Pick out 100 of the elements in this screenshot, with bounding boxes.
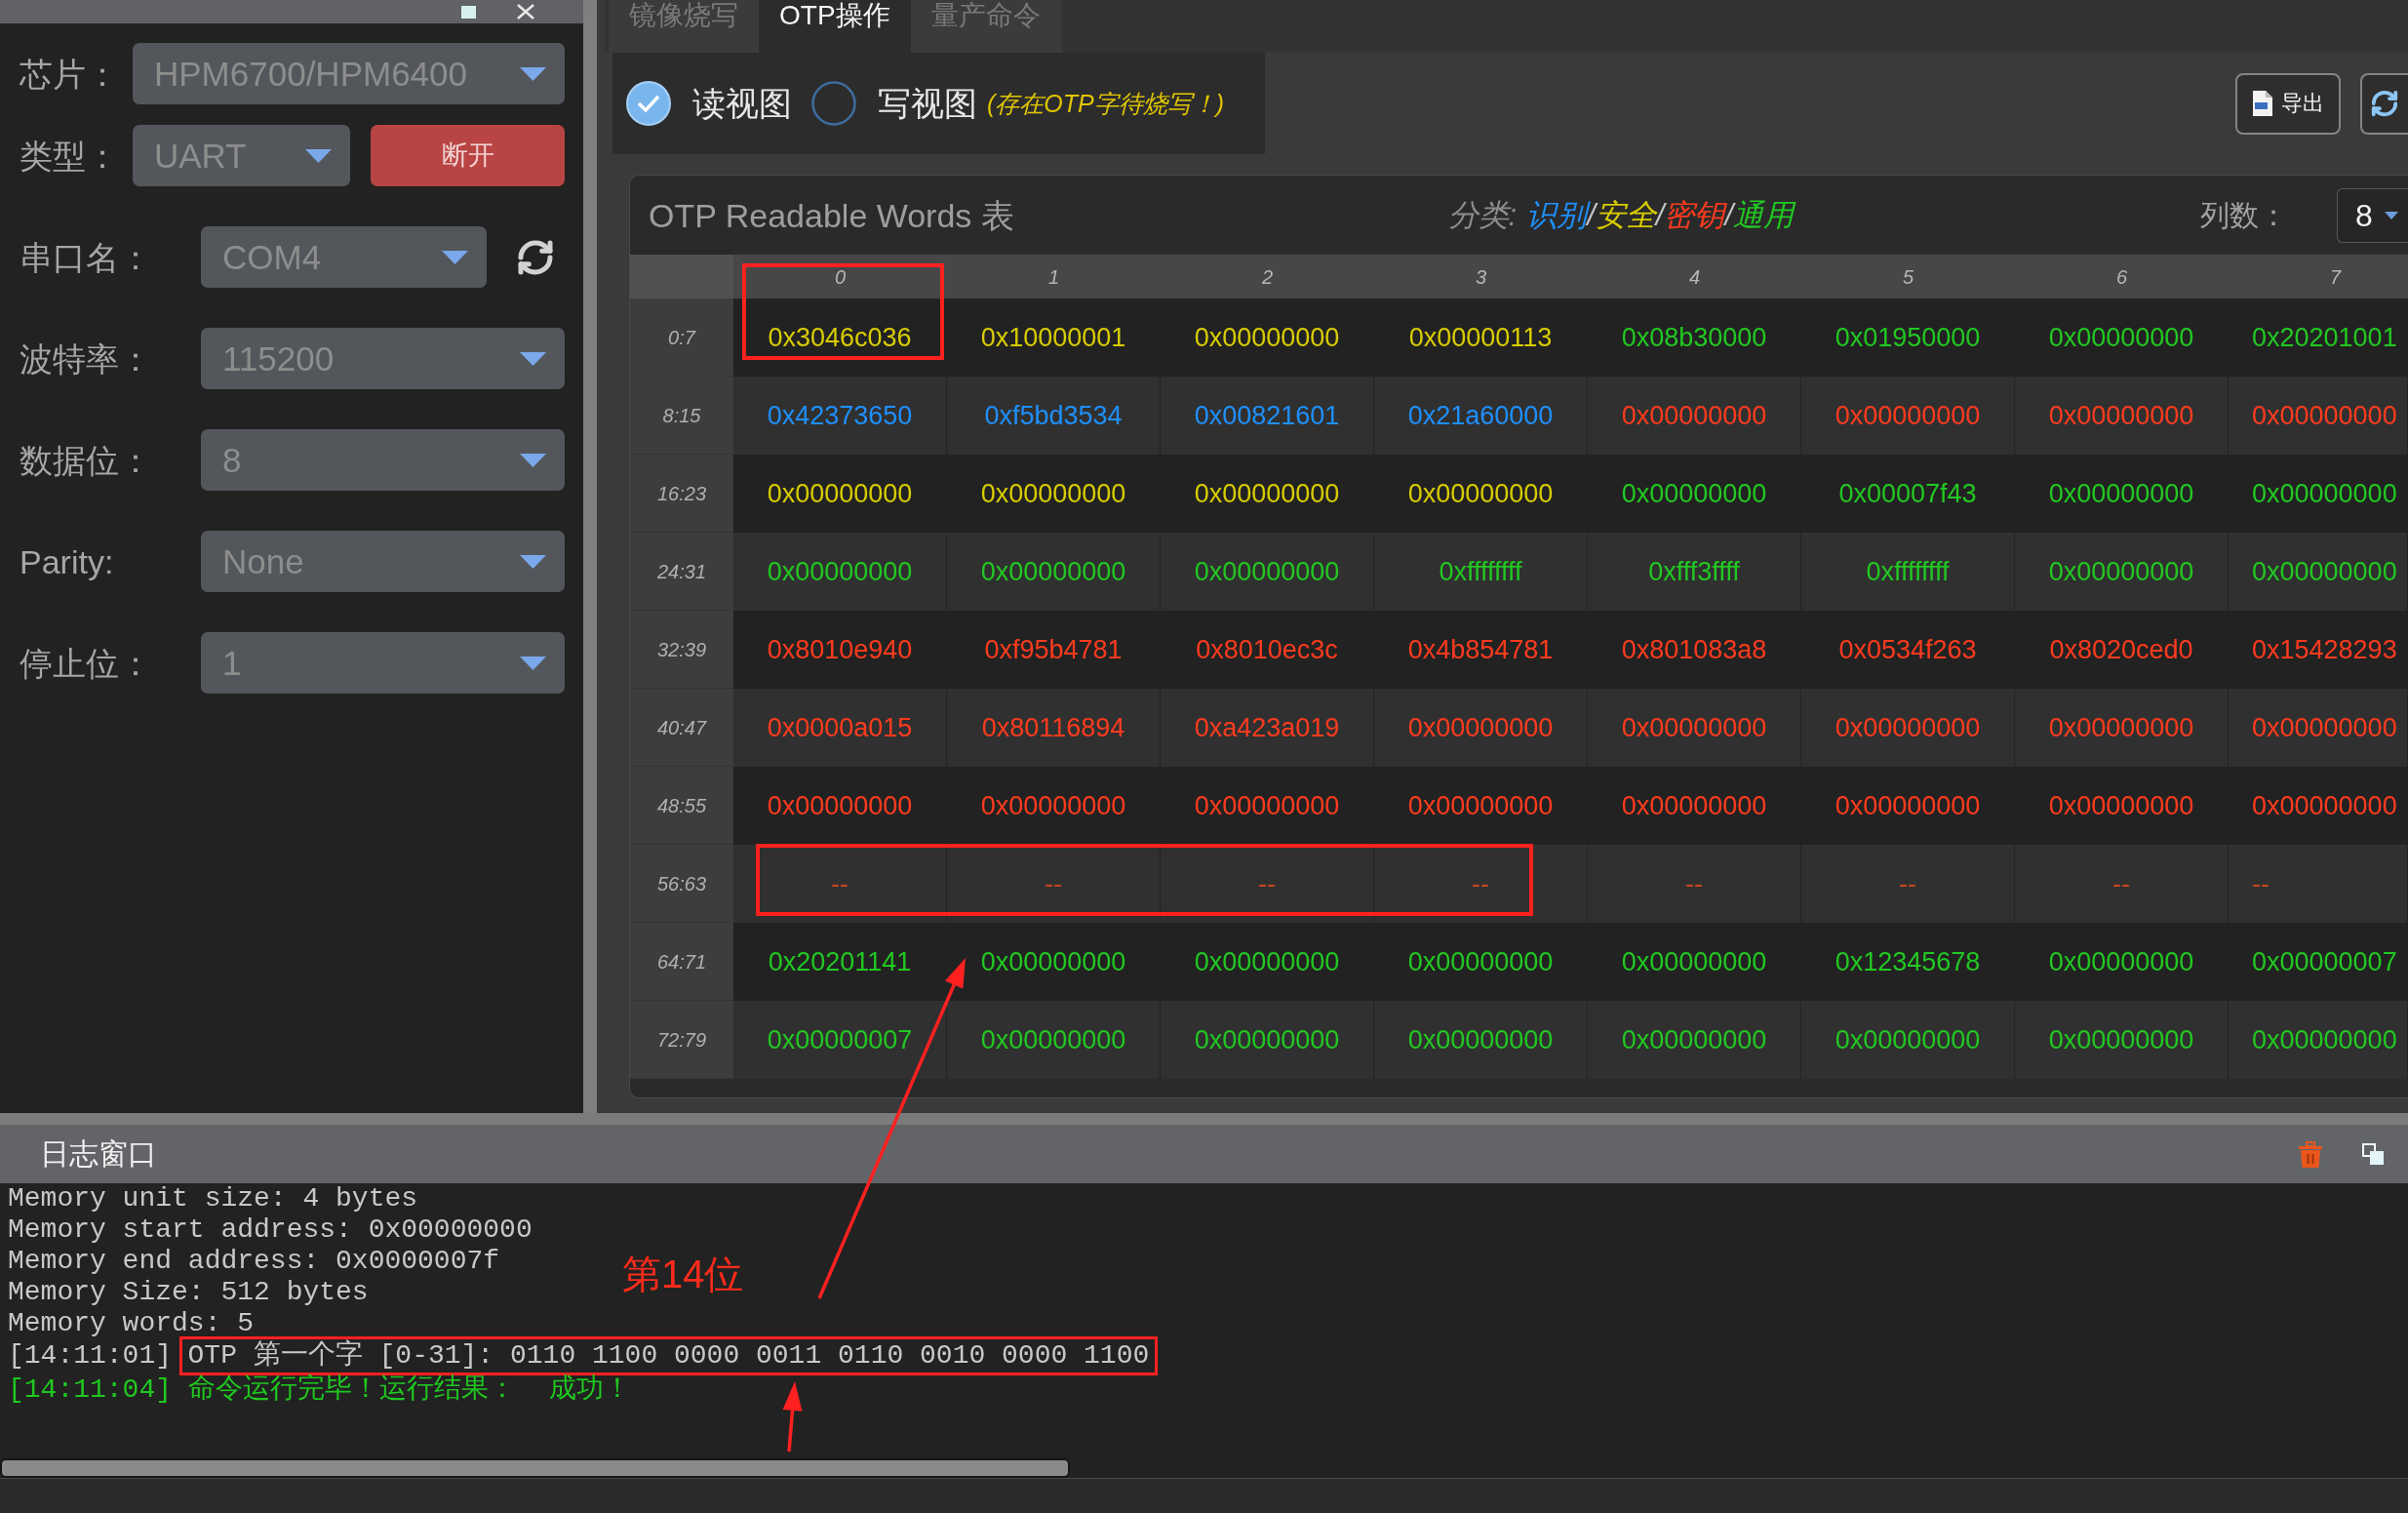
- table-cell: 0x00000000: [1801, 767, 2015, 845]
- field-label: 类型：: [20, 139, 119, 173]
- table-cell: 0x00000000: [2015, 299, 2229, 377]
- table-cell: 0x00007f43: [1801, 455, 2015, 533]
- field-label: 数据位：: [20, 443, 152, 477]
- table-cell: 0x00000000: [1588, 767, 1801, 845]
- field-label: Parity:: [20, 544, 114, 578]
- column-header[interactable]: 3: [1374, 255, 1588, 299]
- column-header[interactable]: 5: [1801, 255, 2015, 299]
- tab[interactable]: 镜像烧写: [609, 0, 759, 53]
- caret-icon: [520, 66, 546, 81]
- view-radio[interactable]: 读视图: [626, 81, 792, 126]
- table-cell: 0x00000000: [733, 455, 947, 533]
- table-cell: --: [947, 845, 1161, 923]
- table-cell: 0x00000000: [1374, 767, 1588, 845]
- table-cell: 0x00000000: [1374, 1001, 1588, 1079]
- column-header[interactable]: 6: [2015, 255, 2229, 299]
- view-radio[interactable]: 写视图: [811, 81, 977, 126]
- table-cell: 0x00000000: [2015, 533, 2229, 611]
- table-cell: 0x00000000: [1161, 299, 1374, 377]
- row-label: 24:31: [630, 533, 733, 611]
- table-cell: 0x00000000: [1588, 689, 1801, 767]
- row-label: 40:47: [630, 689, 733, 767]
- table-cell: 0x08b30000: [1588, 299, 1801, 377]
- table-title: OTP Readable Words 表: [649, 198, 1014, 232]
- table-cell: 0x00000000: [1801, 1001, 2015, 1079]
- table-cell: 0x00000000: [1588, 1001, 1801, 1079]
- row-label: 8:15: [630, 377, 733, 455]
- table-cell: --: [733, 845, 947, 923]
- table-cell: 0x00000000: [2229, 455, 2408, 533]
- log-message: Memory unit size: 4 bytes: [8, 1183, 418, 1214]
- table-cell: 0x00000000: [1588, 455, 1801, 533]
- caret-icon: [520, 453, 546, 467]
- table-cell: 0x00000113: [1374, 299, 1588, 377]
- close-icon[interactable]: [517, 4, 534, 20]
- table-cell: 0x00000000: [947, 533, 1161, 611]
- table-cell: 0x80116894: [947, 689, 1161, 767]
- table-cell: 0x00000000: [733, 767, 947, 845]
- column-count-label: 列数：: [2200, 200, 2288, 230]
- field-label: 停止位：: [20, 646, 152, 680]
- table-cell: 0xffffffff: [1801, 533, 2015, 611]
- log-message: 命令运行完毕！运行结果： 成功！: [188, 1374, 631, 1406]
- caret-icon: [520, 656, 546, 670]
- table-cell: 0x20201001: [2229, 299, 2408, 377]
- export-button[interactable]: 导出: [2235, 72, 2341, 135]
- log-message: Memory words: 5: [8, 1308, 255, 1339]
- table-cell: 0x10000001: [947, 299, 1161, 377]
- table-cell: 0x00000000: [947, 1001, 1161, 1079]
- row-label: 64:71: [630, 923, 733, 1001]
- caret-icon: [442, 250, 468, 264]
- log-message: Memory start address: 0x00000000: [8, 1214, 533, 1246]
- caret-icon: [520, 351, 546, 366]
- log-message: Memory end address: 0x0000007f: [8, 1246, 500, 1277]
- horizontal-scrollbar[interactable]: [0, 1458, 1070, 1478]
- pending-notice: (存在OTP字待烧写！): [987, 91, 1225, 116]
- log-title: 日志窗口: [40, 1139, 157, 1169]
- table-cell: 0x0000a015: [733, 689, 947, 767]
- table-cell: 0xf5bd3534: [947, 377, 1161, 455]
- column-header[interactable]: 1: [947, 255, 1161, 299]
- column-header[interactable]: 4: [1588, 255, 1801, 299]
- table-cell: 0x8010ec3c: [1161, 611, 1374, 689]
- table-cell: 0xf95b4781: [947, 611, 1161, 689]
- table-cell: 0x00000000: [947, 923, 1161, 1001]
- tab[interactable]: OTP操作: [759, 0, 911, 53]
- caret-icon: [2384, 211, 2398, 219]
- column-header[interactable]: 2: [1161, 255, 1374, 299]
- legend-caption: 分类:: [1447, 200, 1518, 230]
- table-cell: 0x42373650: [733, 377, 947, 455]
- table-cell: --: [1161, 845, 1374, 923]
- table-cell: 0x20201141: [733, 923, 947, 1001]
- window-square-icon[interactable]: [461, 5, 476, 19]
- table-cell: --: [2229, 845, 2408, 923]
- field-label: 波特率：: [20, 341, 152, 376]
- table-cell: 0xfff3ffff: [1588, 533, 1801, 611]
- caret-icon: [305, 148, 332, 163]
- table-cell: 0x15428293: [2229, 611, 2408, 689]
- file-icon: [2252, 90, 2273, 117]
- table-cell: 0x00000000: [1161, 533, 1374, 611]
- table-cell: 0x00000000: [1588, 923, 1801, 1001]
- table-cell: 0x00000000: [2229, 689, 2408, 767]
- table-cell: 0x00000007: [733, 1001, 947, 1079]
- table-cell: 0x00000000: [1801, 689, 2015, 767]
- table-cell: 0x00000000: [2229, 1001, 2408, 1079]
- column-header[interactable]: 7: [2229, 255, 2408, 299]
- table-cell: 0x00000000: [1801, 377, 2015, 455]
- refresh-button[interactable]: [2360, 72, 2408, 135]
- table-cell: 0x00000000: [2015, 923, 2229, 1001]
- caret-icon: [520, 554, 546, 569]
- table-cell: 0x8010e940: [733, 611, 947, 689]
- table-cell: 0x00000007: [2229, 923, 2408, 1001]
- table-cell: 0x00000000: [733, 533, 947, 611]
- table-cell: 0x00821601: [1161, 377, 1374, 455]
- column-count-select[interactable]: 8: [2337, 187, 2408, 243]
- log-timestamp: [14:11:01]: [8, 1340, 173, 1372]
- restore-window-icon[interactable]: [2362, 1143, 2384, 1165]
- table-cell: 0x0534f263: [1801, 611, 2015, 689]
- tab[interactable]: 量产命令: [910, 0, 1061, 53]
- table-cell: --: [1801, 845, 2015, 923]
- row-label: 16:23: [630, 455, 733, 533]
- table-cell: 0x00000000: [2015, 1001, 2229, 1079]
